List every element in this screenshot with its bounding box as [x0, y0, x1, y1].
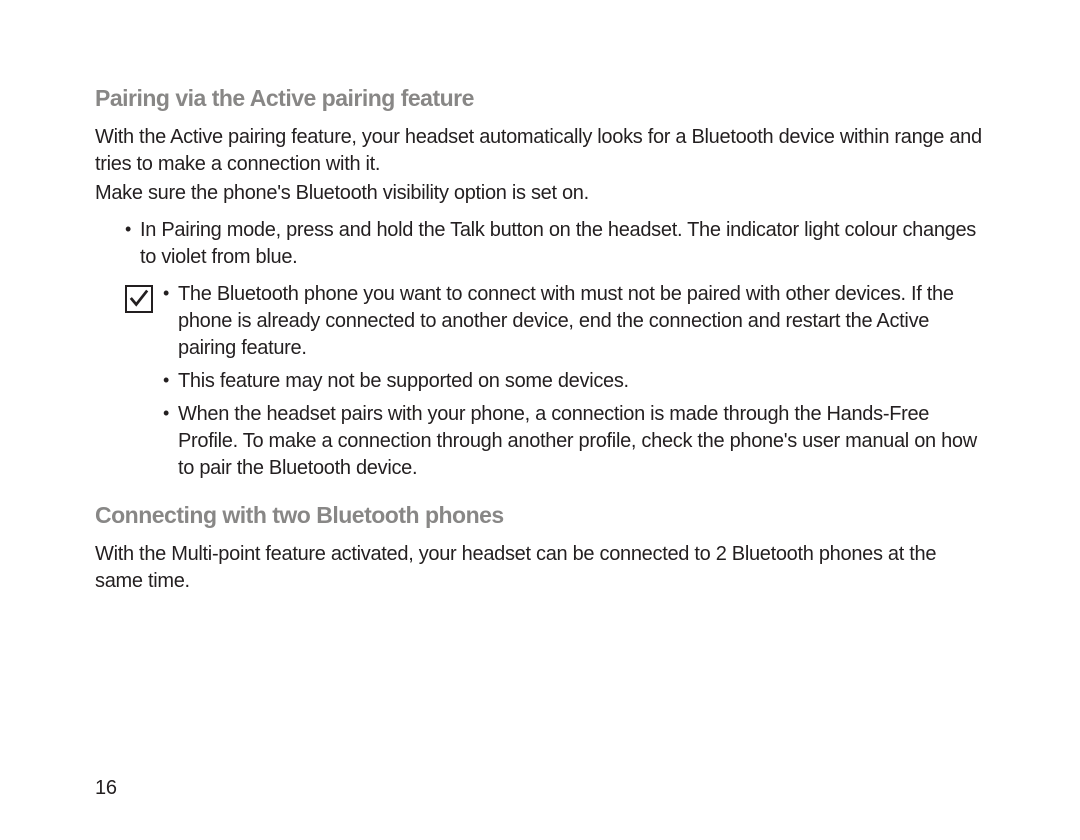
note-block: The Bluetooth phone you want to connect …	[95, 281, 985, 488]
checkbox-note-icon	[125, 285, 153, 313]
heading-two-phones: Connecting with two Bluetooth phones	[95, 502, 985, 529]
section-two-phones: Connecting with two Bluetooth phones Wit…	[95, 502, 985, 595]
heading-active-pairing: Pairing via the Active pairing feature	[95, 85, 985, 112]
note-item-1: The Bluetooth phone you want to connect …	[163, 281, 985, 362]
page-number: 16	[95, 777, 117, 800]
body-paragraph-1: With the Active pairing feature, your he…	[95, 124, 985, 178]
body-paragraph-2: Make sure the phone's Bluetooth visibili…	[95, 180, 985, 207]
note-items-list: The Bluetooth phone you want to connect …	[163, 281, 985, 488]
bullet-item: In Pairing mode, press and hold the Talk…	[125, 217, 985, 271]
paragraph-block: With the Active pairing feature, your he…	[95, 124, 985, 207]
section-active-pairing: Pairing via the Active pairing feature W…	[95, 85, 985, 488]
note-item-3: When the headset pairs with your phone, …	[163, 401, 985, 482]
bullet-list: In Pairing mode, press and hold the Talk…	[95, 217, 985, 271]
note-item-2: This feature may not be supported on som…	[163, 368, 985, 395]
body-paragraph-3: With the Multi-point feature activated, …	[95, 541, 985, 595]
